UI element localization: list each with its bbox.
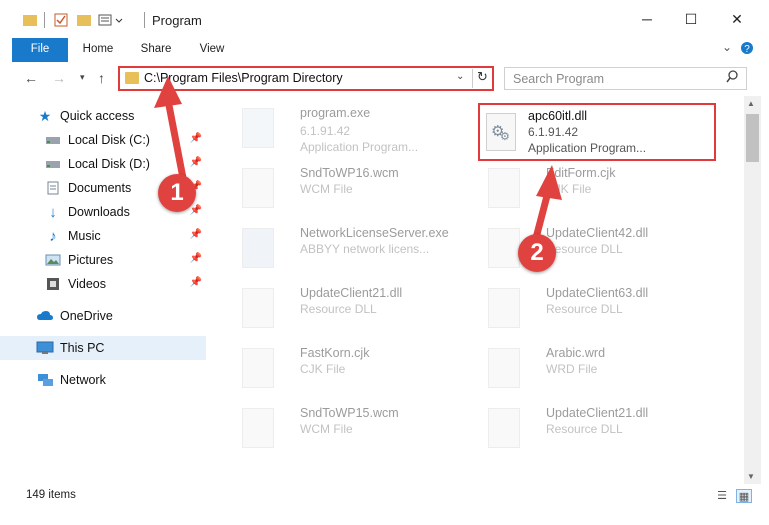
annotation-arrows xyxy=(154,76,562,242)
step-marker-2: 2 xyxy=(518,234,556,272)
arrow-1 xyxy=(154,76,187,182)
arrow-2 xyxy=(532,165,562,242)
step-marker-1: 1 xyxy=(158,174,196,212)
